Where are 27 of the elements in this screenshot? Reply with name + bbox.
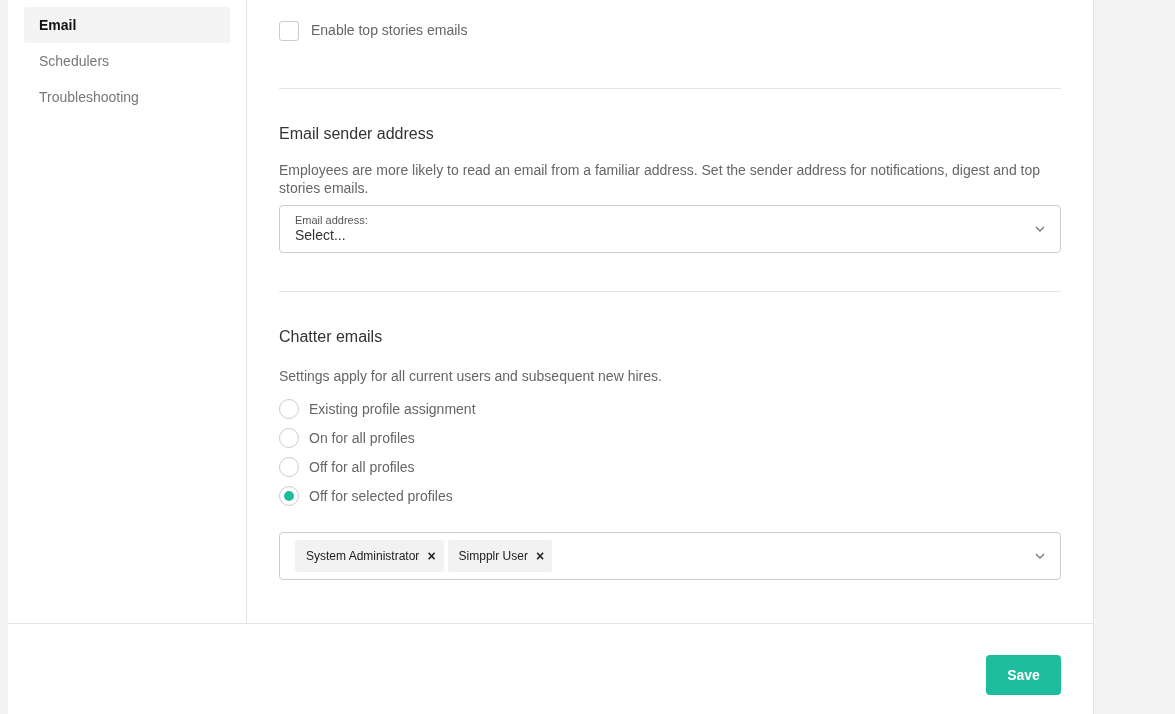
remove-tag-button[interactable]: ×	[427, 549, 436, 563]
chevron-down-icon	[1035, 553, 1045, 559]
tag-label: System Administrator	[306, 548, 420, 565]
remove-tag-button[interactable]: ×	[535, 549, 545, 563]
email-address-select[interactable]: Email address: Select...	[279, 205, 1061, 253]
select-placeholder: Select...	[295, 226, 347, 244]
section-description: Settings apply for all current users and subsequent new hires.	[279, 367, 663, 386]
sidebar-item[interactable]: Troubleshooting	[24, 79, 230, 115]
chevron-down-icon	[1035, 226, 1045, 232]
radio-button[interactable]	[279, 486, 299, 506]
section-heading: Chatter emails	[279, 327, 384, 347]
sidebar-item[interactable]: Email	[24, 7, 230, 43]
profiles-select[interactable]: System Administrator × Simpplr User ×	[279, 532, 1061, 580]
radio-label: Off for all profiles	[309, 457, 415, 477]
radio-label: Off for selected profiles	[309, 486, 453, 506]
tag-label: Simpplr User	[458, 548, 528, 565]
select-label: Email address:	[295, 214, 368, 226]
radio-label: Existing profile assignment	[309, 399, 476, 419]
radio-button[interactable]	[279, 399, 299, 419]
checkbox[interactable]	[279, 20, 299, 41]
radio-button[interactable]	[279, 457, 299, 477]
section-description: Employees are more likely to read an email from a familiar address. Set the sender address for notifications, digest and top stories emails.	[279, 161, 1042, 197]
section-heading: Email sender address	[279, 124, 435, 144]
radio-button[interactable]	[279, 428, 299, 448]
checkbox-label: Enable top stories emails	[311, 21, 468, 40]
sidebar-item[interactable]: Schedulers	[24, 43, 230, 79]
radio-label: On for all profiles	[309, 428, 415, 448]
